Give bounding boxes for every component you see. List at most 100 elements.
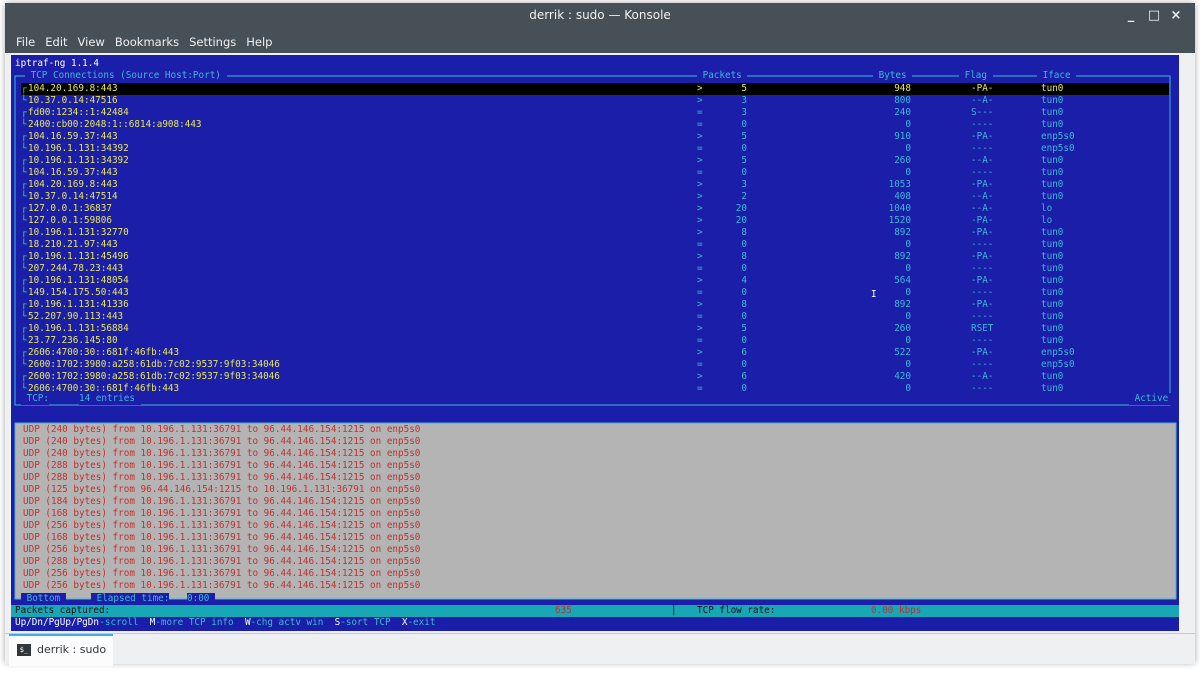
tcp-row: └ 23.77.236.145:80 = 0 0 ---- tun0 <box>11 335 1179 347</box>
tcp-row: ┌ 104.20.169.8:443 >3 1053 -PA-tun0 <box>11 179 1179 191</box>
tcp-flag: ---- <box>971 263 994 274</box>
tcp-packets: 0 <box>741 143 747 154</box>
pair-bracket: └ <box>21 287 27 298</box>
tcp-direction: > <box>697 131 703 142</box>
status-divider: │ <box>671 605 677 616</box>
tcp-bytes: 420 <box>894 371 911 382</box>
tcp-direction: = <box>697 143 703 154</box>
tcp-flag: ---- <box>971 287 994 298</box>
window-title: derrik : sudo — Konsole <box>529 8 671 22</box>
tcp-bytes: 1520 <box>888 215 911 226</box>
title-bar[interactable]: derrik : sudo — Konsole _ □ × <box>5 3 1195 31</box>
tcp-iface: lo <box>1041 215 1053 226</box>
tcp-flag: -PA- <box>971 131 994 142</box>
tcp-host: 10.196.1.131:48054 <box>28 275 129 286</box>
tcp-direction: > <box>697 155 703 166</box>
tab-bar: $_ derrik : sudo <box>5 633 1195 666</box>
tcp-flag: -PA- <box>971 179 994 190</box>
menu-bookmarks[interactable]: Bookmarks <box>110 31 184 53</box>
tcp-row: ┌ 104.16.59.37:443 >5 910 -PA-enp5s0 <box>11 131 1179 143</box>
menu-file[interactable]: File <box>11 31 40 53</box>
tcp-packets: 0 <box>741 335 747 346</box>
tcp-iface: tun0 <box>1041 275 1064 286</box>
pair-bracket: ┌ <box>21 299 27 310</box>
header-packets: Packets <box>697 70 748 82</box>
tcp-packets: 3 <box>741 95 747 106</box>
tcp-packets: 0 <box>741 311 747 322</box>
tcp-packets: 4 <box>741 275 747 286</box>
tcp-bytes: 0 <box>905 143 911 154</box>
tcp-direction: > <box>697 179 703 190</box>
tcp-iface: tun0 <box>1041 107 1064 118</box>
packets-captured-label: Packets captured: <box>15 605 111 616</box>
menu-settings[interactable]: Settings <box>184 31 241 53</box>
pair-bracket: ┌ <box>21 275 27 286</box>
tcp-flag: ---- <box>971 119 994 130</box>
tcp-row: ┌ 2600:1702:3980:a258:61db:7c02:9537:9f03… <box>11 371 1179 383</box>
pair-bracket: ┌ <box>21 155 27 166</box>
tcp-iface: tun0 <box>1041 167 1064 178</box>
tcp-row: └ 104.16.59.37:443 = 0 0 ---- tun0 <box>11 167 1179 179</box>
udp-log-text: UDP (168 bytes) from 10.196.1.131:36791 … <box>23 532 421 543</box>
tcp-host: 10.196.1.131:45496 <box>28 251 129 262</box>
tcp-iface: enp5s0 <box>1041 359 1075 370</box>
tcp-iface: tun0 <box>1041 371 1064 382</box>
tcp-host: 10.196.1.131:34392 <box>28 143 129 154</box>
tcp-flag: ---- <box>971 359 994 370</box>
header-connections: TCP Connections (Source Host:Port) <box>25 70 227 82</box>
terminal-area[interactable]: iptraf-ng 1.1.4 TCP Connections (Source … <box>11 55 1179 631</box>
tcp-flag: ---- <box>971 239 994 250</box>
tcp-packets: 3 <box>741 179 747 190</box>
udp-log-text: UDP (256 bytes) from 10.196.1.131:36791 … <box>23 544 421 555</box>
tcp-flag: --A- <box>971 155 994 166</box>
udp-log-line: UDP (168 bytes) from 10.196.1.131:36791 … <box>11 532 1179 544</box>
udp-log-line: UDP (168 bytes) from 10.196.1.131:36791 … <box>11 508 1179 520</box>
tcp-bytes: 800 <box>894 95 911 106</box>
tcp-direction: > <box>697 251 703 262</box>
tcp-iface: tun0 <box>1041 239 1064 250</box>
tcp-direction: = <box>697 119 703 130</box>
tcp-host: 23.77.236.145:80 <box>28 335 118 346</box>
minimize-button[interactable]: _ <box>1123 8 1139 24</box>
udp-log-line: UDP (240 bytes) from 10.196.1.131:36791 … <box>11 448 1179 460</box>
tcp-flag: ---- <box>971 311 994 322</box>
tcp-bytes: 240 <box>894 107 911 118</box>
tcp-packets: 2 <box>741 191 747 202</box>
tcp-row: ┌ 10.196.1.131:41336 >8 892 -PA-tun0 <box>11 299 1179 311</box>
tcp-iface: tun0 <box>1041 83 1064 94</box>
tcp-header-row: TCP Connections (Source Host:Port) Packe… <box>11 70 1179 82</box>
close-button[interactable]: × <box>1168 8 1184 24</box>
key-desc-0: -scroll <box>99 617 139 628</box>
tcp-bytes: 892 <box>894 227 911 238</box>
pair-bracket: └ <box>21 263 27 274</box>
tcp-flag: -PA- <box>971 251 994 262</box>
text-cursor-row: I <box>871 289 891 301</box>
tcp-iface: tun0 <box>1041 311 1064 322</box>
tcp-direction: > <box>697 323 703 334</box>
tab-label: derrik : sudo <box>37 643 107 656</box>
udp-log-text: UDP (288 bytes) from 10.196.1.131:36791 … <box>23 556 421 567</box>
udp-log-line: UDP (256 bytes) from 10.196.1.131:36791 … <box>11 580 1179 592</box>
pair-bracket: └ <box>21 143 27 154</box>
menu-edit[interactable]: Edit <box>40 31 72 53</box>
tcp-host: 10.37.0.14:47516 <box>28 95 118 106</box>
tcp-flag: --A- <box>971 95 994 106</box>
tcp-row: ┌ 10.196.1.131:56884 >5 260 RSET tun0 <box>11 323 1179 335</box>
tcp-direction: = <box>697 359 703 370</box>
tcp-direction: > <box>697 203 703 214</box>
tcp-bytes: 0 <box>905 263 911 274</box>
udp-log-text: UDP (256 bytes) from 10.196.1.131:36791 … <box>23 580 421 591</box>
tcp-packets: 0 <box>741 167 747 178</box>
tcp-flag: ---- <box>971 167 994 178</box>
menu-help[interactable]: Help <box>241 31 277 53</box>
tab-derrik-sudo[interactable]: $_ derrik : sudo <box>9 634 113 666</box>
menu-view[interactable]: View <box>73 31 110 53</box>
tcp-iface: enp5s0 <box>1041 131 1075 142</box>
udp-log-text: UDP (288 bytes) from 10.196.1.131:36791 … <box>23 472 421 483</box>
pair-bracket: ┌ <box>21 107 27 118</box>
udp-log-line: UDP (288 bytes) from 10.196.1.131:36791 … <box>11 472 1179 484</box>
udp-log-line: UDP (184 bytes) from 10.196.1.131:36791 … <box>11 496 1179 508</box>
maximize-button[interactable]: □ <box>1146 8 1162 24</box>
tcp-flag: -PA- <box>971 275 994 286</box>
elapsed-value: 0:00 <box>187 593 215 605</box>
